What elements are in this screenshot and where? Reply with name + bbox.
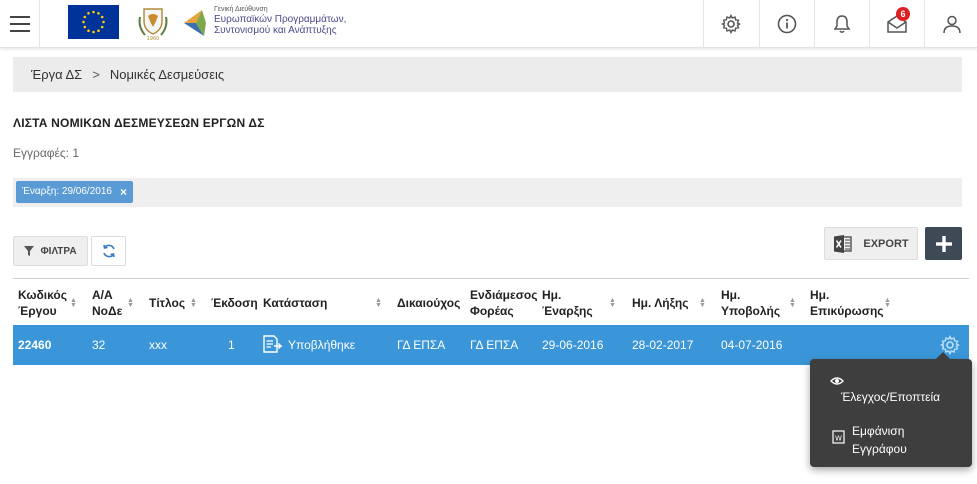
cell-status: Υποβλήθηκε xyxy=(288,338,356,352)
refresh-button[interactable] xyxy=(91,236,126,266)
legal-commitments-table: Κωδικός Έργου ▲ ▼ Α/Α ΝοΔε ▲ ▼ Τίτλος ▲ ▼ Έ… xyxy=(13,278,969,365)
column-header-intermediate[interactable]: Ενδιάμεσος Φορέας xyxy=(470,287,537,319)
user-button[interactable] xyxy=(924,0,977,48)
row-actions-menu: Έλεγχος/Εποπτεία W Εμφάνιση Εγγράφου xyxy=(810,352,972,467)
column-header-title[interactable]: Τίτλος xyxy=(149,295,185,311)
cell-submitted-date: 04-07-2016 xyxy=(721,338,783,352)
table-header: Κωδικός Έργου ▲ ▼ Α/Α ΝοΔε ▲ ▼ Τίτλος ▲ ▼ Έ… xyxy=(13,278,969,324)
cell-intermediate: ΓΔ ΕΠΣΑ xyxy=(470,338,519,352)
filter-icon xyxy=(24,246,35,256)
info-button[interactable] xyxy=(759,0,814,48)
cell-start-date: 29-06-2016 xyxy=(542,338,604,352)
cell-version: 1 xyxy=(228,338,235,352)
org-line3: Συντονισμού και Ανάπτυξης xyxy=(214,25,337,36)
column-header-submitted-date[interactable]: Ημ. Υποβολής xyxy=(721,287,780,319)
export-label: EXPORT xyxy=(863,237,909,250)
close-icon[interactable]: × xyxy=(120,181,127,203)
column-header-end-date[interactable]: Ημ. Λήξης xyxy=(632,295,688,311)
plus-icon xyxy=(935,235,952,252)
filter-chip-start-date[interactable]: Έναρξη: 29/06/2016 × xyxy=(16,181,133,203)
eye-icon xyxy=(830,377,844,385)
cyprus-emblem-logo: 1960 xyxy=(138,8,168,41)
column-header-start-date[interactable]: Ημ. Έναρξης xyxy=(542,287,593,319)
svg-text:W: W xyxy=(835,435,842,443)
org-line2: Ευρωπαϊκών Προγραμμάτων, xyxy=(214,14,347,25)
cell-beneficiary: ΓΔ ΕΠΣΑ xyxy=(397,338,446,352)
eu-flag-logo xyxy=(68,5,119,39)
word-doc-icon: W xyxy=(832,430,845,444)
column-header-aa[interactable]: Α/Α ΝοΔε xyxy=(92,287,122,319)
sort-icon[interactable]: ▲ ▼ xyxy=(375,297,382,309)
notification-badge: 6 xyxy=(896,7,910,21)
record-count: Εγγραφές: 1 xyxy=(13,146,80,160)
menu-icon[interactable] xyxy=(0,0,40,48)
sort-icon[interactable]: ▲ ▼ xyxy=(190,297,197,309)
cell-code: 22460 xyxy=(18,338,52,352)
sort-icon[interactable]: ▲ ▼ xyxy=(699,297,706,309)
svg-text:1960: 1960 xyxy=(147,36,160,41)
gear-icon xyxy=(721,14,741,34)
menu-item-inspection-label: Έλεγχος/Εποπτεία xyxy=(841,390,941,404)
bell-icon xyxy=(833,15,851,33)
sort-icon[interactable]: ▲ ▼ xyxy=(127,297,134,309)
messages-button[interactable]: 6 xyxy=(869,0,924,48)
submitted-doc-icon xyxy=(263,335,283,353)
column-header-code[interactable]: Κωδικός Έργου xyxy=(18,287,67,319)
refresh-icon xyxy=(102,244,115,258)
menu-item-show-document[interactable]: W Εμφάνιση Εγγράφου xyxy=(830,422,970,458)
menu-item-show-document-label: Εμφάνιση Εγγράφου xyxy=(852,424,907,456)
settings-button[interactable] xyxy=(703,0,758,48)
export-button[interactable]: EXPORT xyxy=(824,227,918,260)
excel-icon xyxy=(834,234,853,253)
filters-label: ΦΙΛΤΡΑ xyxy=(40,245,77,257)
column-header-status[interactable]: Κατάσταση xyxy=(263,295,327,311)
org-line1: Γενική Διεύθυνση xyxy=(214,6,268,13)
notifications-button[interactable] xyxy=(814,0,869,48)
info-icon xyxy=(777,14,797,34)
page-title: ΛΙΣΤΑ ΝΟΜΙΚΩΝ ΔΕΣΜΕΥΣΕΩΝ ΕΡΓΩΝ ΔΣ xyxy=(13,116,265,130)
add-button[interactable] xyxy=(925,227,962,260)
breadcrumb-separator: > xyxy=(92,67,100,82)
breadcrumb-item-projects[interactable]: Έργα ΔΣ xyxy=(31,67,82,82)
sort-icon[interactable]: ▲ ▼ xyxy=(789,297,796,309)
menu-item-inspection[interactable]: Έλεγχος/Εποπτεία xyxy=(830,376,970,406)
cell-end-date: 28-02-2017 xyxy=(632,338,694,352)
sort-icon[interactable]: ▲ ▼ xyxy=(609,297,616,309)
gdesp-logo xyxy=(184,10,206,36)
cell-title: xxx xyxy=(149,338,167,352)
breadcrumb: Έργα ΔΣ > Νομικές Δεσμεύσεις xyxy=(13,57,962,92)
active-filters-bar: Έναρξη: 29/06/2016 × xyxy=(13,178,962,207)
column-header-version[interactable]: Έκδοση xyxy=(211,295,258,311)
user-icon xyxy=(943,15,961,34)
sort-icon[interactable]: ▲ ▼ xyxy=(70,297,77,309)
sort-icon[interactable]: ▲ ▼ xyxy=(884,297,891,309)
breadcrumb-item-legal-commitments: Νομικές Δεσμεύσεις xyxy=(109,67,225,82)
column-header-beneficiary[interactable]: Δικαιούχος xyxy=(397,295,460,311)
cell-aa: 32 xyxy=(92,338,106,352)
top-header: 1960 Γενική Διεύθυνση Ευρωπαϊκών Προγραμ… xyxy=(0,0,977,48)
filters-button[interactable]: ΦΙΛΤΡΑ xyxy=(13,236,88,266)
filter-chip-label: Έναρξη: 29/06/2016 xyxy=(22,186,112,197)
org-name: Γενική Διεύθυνση Ευρωπαϊκών Προγραμμάτων… xyxy=(214,6,346,36)
column-header-ratified-date[interactable]: Ημ. Επικύρωσης xyxy=(810,287,884,319)
